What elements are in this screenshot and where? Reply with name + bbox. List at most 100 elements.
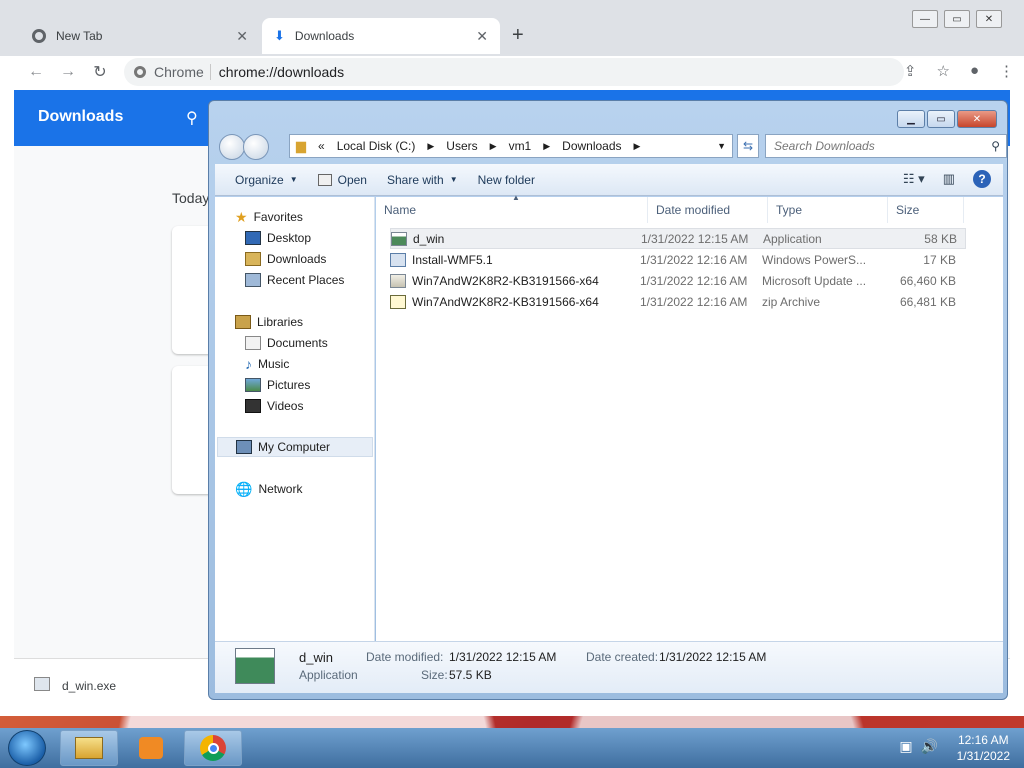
refresh-button[interactable]: ⇆	[737, 134, 759, 158]
column-header-name[interactable]: Name ▲	[376, 193, 648, 223]
taskbar-explorer-button[interactable]	[60, 730, 118, 766]
file-date: 1/31/2022 12:16 AM	[640, 273, 748, 288]
reload-button[interactable]: ↻	[84, 62, 116, 82]
minimize-button[interactable]: ▁	[897, 110, 925, 128]
nav-videos[interactable]: Videos	[245, 396, 303, 416]
organize-button[interactable]: Organize ▼	[225, 173, 308, 187]
view-controls: ☷ ▾ ▥ ?	[903, 170, 991, 188]
preview-pane-icon[interactable]: ▥	[943, 171, 955, 187]
address-row: ▆ « Local Disk (C:) ▶ Users ▶ vm1 ▶ Down…	[217, 134, 1007, 160]
zip-archive-icon	[390, 294, 406, 309]
open-label: Open	[337, 172, 367, 187]
search-icon[interactable]: ⚲	[991, 139, 1000, 153]
file-row-install-wmf[interactable]: Install-WMF5.1 1/31/2022 12:16 AM Window…	[390, 249, 966, 270]
forward-button[interactable]: →	[52, 63, 84, 81]
column-label: Size	[896, 203, 920, 217]
breadcrumb-downloads[interactable]: Downloads	[562, 139, 621, 153]
close-tab-icon[interactable]: ✕	[236, 28, 248, 45]
clock[interactable]: 12:16 AM 1/31/2022	[957, 732, 1010, 764]
new-tab-button[interactable]: +	[512, 24, 524, 47]
nav-documents[interactable]: Documents	[245, 333, 328, 353]
forward-button[interactable]	[243, 134, 269, 160]
file-row-zip[interactable]: Win7AndW2K8R2-KB3191566-x64 1/31/2022 12…	[390, 291, 966, 312]
file-date: 1/31/2022 12:15 AM	[641, 231, 749, 246]
command-bar: Organize ▼ Open Share with ▼ New folder ☷ …	[215, 164, 1003, 196]
chevron-down-icon: ▼	[449, 175, 458, 184]
nav-network[interactable]: 🌐 Network	[235, 479, 302, 499]
view-options-icon[interactable]: ☷ ▾	[903, 171, 925, 187]
maximize-button[interactable]: ▭	[944, 10, 970, 28]
file-row-d-win[interactable]: d_win 1/31/2022 12:15 AM Application 58 …	[390, 228, 966, 249]
search-input[interactable]: Search Downloads ⚲	[765, 134, 1007, 158]
chevron-right-icon[interactable]: ▶	[427, 141, 434, 152]
nav-pictures[interactable]: Pictures	[245, 375, 310, 395]
sort-ascending-icon: ▲	[512, 193, 520, 202]
nav-label: Music	[258, 357, 290, 371]
chevron-right-icon[interactable]: ▶	[634, 141, 641, 152]
breadcrumb-local-disk[interactable]: Local Disk (C:)	[337, 139, 416, 153]
start-button[interactable]	[8, 730, 46, 766]
network-icon: 🌐	[235, 480, 253, 497]
pictures-icon	[245, 378, 261, 392]
address-bar[interactable]: ▆ « Local Disk (C:) ▶ Users ▶ vm1 ▶ Down…	[289, 134, 733, 158]
details-modified-value: 1/31/2022 12:15 AM	[449, 650, 557, 664]
chevron-right-icon[interactable]: ▶	[543, 141, 550, 152]
search-icon[interactable]: ⚲	[186, 108, 198, 128]
network-status-icon[interactable]: ▣	[899, 738, 912, 755]
share-icon[interactable]: ⇪	[904, 62, 917, 80]
application-icon	[235, 648, 275, 684]
file-type: Microsoft Update ...	[762, 273, 867, 288]
details-modified-label: Date modified:	[366, 650, 444, 664]
menu-icon[interactable]: ⋮	[999, 62, 1014, 80]
maximize-button[interactable]: ▭	[927, 110, 955, 128]
nav-recent-places[interactable]: Recent Places	[245, 270, 344, 290]
nav-downloads[interactable]: Downloads	[245, 249, 326, 269]
tab-new-tab[interactable]: New Tab ✕	[20, 18, 260, 54]
minimize-button[interactable]: —	[912, 10, 938, 28]
nav-label: Desktop	[267, 231, 312, 245]
close-button[interactable]: ✕	[957, 110, 997, 128]
nav-favorites[interactable]: ★ Favorites	[235, 207, 303, 227]
share-with-button[interactable]: Share with ▼	[377, 173, 468, 187]
taskbar-chrome-button[interactable]	[184, 730, 242, 766]
new-folder-button[interactable]: New folder	[468, 173, 545, 187]
breadcrumb-users[interactable]: Users	[446, 139, 477, 153]
file-row-msu[interactable]: Win7AndW2K8R2-KB3191566-x64 1/31/2022 12…	[390, 270, 966, 291]
clock-date: 1/31/2022	[956, 749, 1010, 763]
chevron-down-icon[interactable]: ▼	[717, 141, 726, 151]
omnibox[interactable]: Chrome chrome://downloads	[124, 58, 904, 86]
nav-desktop[interactable]: Desktop	[245, 228, 311, 248]
column-header-type[interactable]: Type	[768, 197, 888, 223]
file-icon	[34, 677, 50, 691]
tab-downloads[interactable]: ⬇ Downloads ✕	[262, 18, 500, 54]
help-icon[interactable]: ?	[973, 170, 991, 188]
libraries-icon	[235, 315, 251, 329]
nav-libraries[interactable]: Libraries	[235, 312, 303, 332]
documents-icon	[245, 336, 261, 350]
column-header-date[interactable]: Date modified	[648, 197, 768, 223]
back-button[interactable]: ←	[20, 63, 52, 81]
details-size-label: Size:	[421, 668, 448, 682]
column-label: Type	[776, 203, 803, 217]
nav-my-computer[interactable]: My Computer	[217, 437, 373, 457]
taskbar-media-player-button[interactable]	[122, 730, 180, 766]
nav-label: Documents	[267, 336, 328, 350]
close-button[interactable]: ✕	[976, 10, 1002, 28]
back-button[interactable]	[219, 134, 245, 160]
browser-toolbar: ← → ↻ Chrome chrome://downloads ⇪ ☆ ● ⋮	[0, 56, 1024, 88]
breadcrumb-prefix[interactable]: «	[318, 139, 325, 153]
close-tab-icon[interactable]: ✕	[476, 28, 488, 45]
open-icon	[317, 173, 332, 186]
file-name: Win7AndW2K8R2-KB3191566-x64	[412, 294, 599, 309]
details-pane: d_win Application Date modified: 1/31/20…	[215, 641, 1003, 693]
profile-icon[interactable]: ●	[970, 62, 979, 80]
shelf-file-name[interactable]: d_win.exe	[62, 679, 116, 693]
chevron-right-icon[interactable]: ▶	[490, 141, 497, 152]
share-with-label: Share with	[386, 172, 444, 187]
nav-music[interactable]: ♪ Music	[245, 354, 289, 374]
bookmark-star-icon[interactable]: ☆	[936, 62, 949, 80]
breadcrumb-vm1[interactable]: vm1	[509, 139, 532, 153]
open-button[interactable]: Open	[308, 173, 377, 187]
volume-icon[interactable]: 🔊	[921, 738, 938, 755]
column-header-size[interactable]: Size	[888, 197, 964, 223]
